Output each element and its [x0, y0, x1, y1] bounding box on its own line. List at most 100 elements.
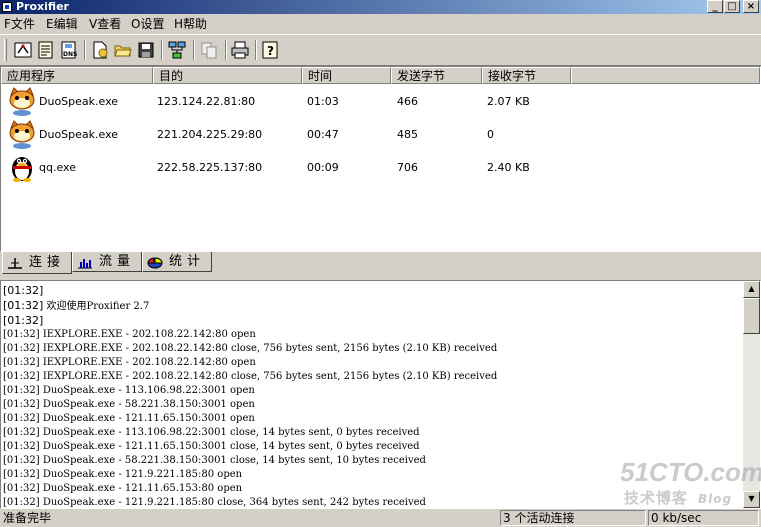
dns-button[interactable]: DNS: [58, 39, 80, 61]
cell-target: 221.204.225.29:80: [157, 128, 263, 141]
cell-sent: 706: [397, 161, 418, 174]
cell-target: 222.58.225.137:80: [157, 161, 263, 174]
list-header: 应用程序 目的 时间 发送字节 接收字节: [1, 67, 760, 84]
connections-view-button[interactable]: [166, 39, 188, 61]
menu-edit[interactable]: E编辑: [46, 17, 78, 31]
cell-application: DuoSpeak.exe: [39, 95, 119, 108]
log-scrollbar[interactable]: ▲ ▼: [743, 281, 760, 508]
table-row[interactable]: DuoSpeak.exe 123.124.22.81:80 01:03 466 …: [1, 85, 760, 118]
log-lines: [01:32] [01:32] 欢迎使用Proxifier 2.7 [01:32…: [3, 283, 741, 508]
copy-button[interactable]: [198, 39, 220, 61]
menu-file[interactable]: F文件: [4, 17, 35, 31]
cell-time: 00:09: [307, 161, 339, 174]
tab-traffic[interactable]: 流量: [72, 252, 142, 272]
proxification-rules-button[interactable]: [35, 39, 57, 61]
tab-connections[interactable]: 连接: [2, 252, 72, 274]
toolbar-separator: [161, 40, 163, 60]
toolbar: DNS ?: [0, 34, 761, 66]
svg-text:DNS: DNS: [63, 51, 77, 58]
dns-icon: DNS: [61, 41, 77, 59]
toolbar-separator: [84, 40, 86, 60]
log-panel[interactable]: [01:32] [01:32] 欢迎使用Proxifier 2.7 [01:32…: [0, 280, 761, 509]
help-button[interactable]: ?: [259, 39, 281, 61]
tab-statistics-label: 统计: [169, 253, 206, 269]
cell-sent: 466: [397, 95, 418, 108]
cell-target: 123.124.22.81:80: [157, 95, 256, 108]
status-ready: 准备完毕: [3, 511, 52, 525]
column-header-application[interactable]: 应用程序: [1, 67, 153, 84]
log-line: [01:32] IEXPLORE.EXE - 202.108.22.142:80…: [3, 357, 256, 368]
log-line: [01:32]: [3, 314, 44, 327]
traffic-chart-icon: [78, 258, 92, 268]
svg-text:?: ?: [267, 44, 274, 58]
new-profile-icon: [93, 41, 108, 59]
printer-icon: [231, 41, 249, 59]
log-line: [01:32] DuoSpeak.exe - 121.9.221.185:80 …: [3, 469, 243, 480]
proxy-servers-icon: [14, 42, 32, 58]
open-profile-button[interactable]: [112, 39, 134, 61]
cell-received: 0: [487, 128, 494, 141]
column-header-sent[interactable]: 发送字节: [391, 67, 482, 84]
menu-help[interactable]: H帮助: [174, 17, 207, 31]
duospeak-icon: [9, 120, 35, 149]
log-line: [01:32] DuoSpeak.exe - 121.11.65.150:300…: [3, 413, 255, 424]
log-line: [01:32] DuoSpeak.exe - 121.9.221.185:80 …: [3, 497, 426, 508]
proxifier-app-icon: [2, 2, 12, 12]
menu-view[interactable]: V查看: [89, 17, 121, 31]
column-header-filler: [571, 67, 760, 84]
column-header-target[interactable]: 目的: [153, 67, 302, 84]
log-line: [01:32] DuoSpeak.exe - 121.11.65.153:80 …: [3, 483, 243, 494]
rules-icon: [38, 41, 53, 59]
menu-bar: F文件 E编辑 V查看 O设置 H帮助: [0, 14, 761, 34]
print-button[interactable]: [229, 39, 251, 61]
log-line: [01:32] DuoSpeak.exe - 113.106.98.22:300…: [3, 427, 420, 438]
log-line: [01:32] 欢迎使用Proxifier 2.7: [3, 299, 150, 312]
scroll-thumb[interactable]: [743, 298, 760, 334]
window-title: Proxifier: [16, 0, 69, 13]
cell-received: 2.07 KB: [487, 95, 530, 108]
save-profile-button[interactable]: [135, 39, 157, 61]
tab-connections-label: 连接: [29, 254, 66, 270]
scroll-up-button[interactable]: ▲: [743, 281, 760, 298]
connections-list[interactable]: 应用程序 目的 时间 发送字节 接收字节 DuoSpeak.exe 123.12…: [0, 66, 761, 252]
pie-chart-icon: [147, 256, 163, 268]
status-rate: 0 kb/sec: [648, 510, 759, 526]
log-line: [01:32] DuoSpeak.exe - 58.221.38.150:300…: [3, 455, 426, 466]
cell-time: 01:03: [307, 95, 339, 108]
toolbar-separator: [255, 40, 257, 60]
toolbar-separator: [225, 40, 227, 60]
cell-received: 2.40 KB: [487, 161, 530, 174]
scroll-down-button[interactable]: ▼: [743, 491, 760, 508]
minimize-button[interactable]: _: [707, 0, 723, 13]
title-bar: Proxifier _ □ ×: [0, 0, 761, 14]
column-header-time[interactable]: 时间: [302, 67, 391, 84]
qq-penguin-icon: [12, 157, 32, 182]
cell-application: DuoSpeak.exe: [39, 128, 119, 141]
toolbar-separator: [193, 40, 195, 60]
copy-icon: [201, 42, 217, 59]
cell-application: qq.exe: [39, 161, 76, 174]
log-line: [01:32] IEXPLORE.EXE - 202.108.22.142:80…: [3, 371, 498, 382]
duospeak-icon: [9, 87, 35, 116]
open-folder-icon: [114, 45, 132, 57]
menu-options[interactable]: O设置: [131, 17, 164, 31]
status-bar: 准备完毕 3 个活动连接 0 kb/sec: [0, 509, 761, 527]
new-profile-button[interactable]: [89, 39, 111, 61]
table-row[interactable]: DuoSpeak.exe 221.204.225.29:80 00:47 485…: [1, 118, 760, 151]
proxy-servers-button[interactable]: [12, 39, 34, 61]
log-line: [01:32] IEXPLORE.EXE - 202.108.22.142:80…: [3, 329, 256, 340]
connections-tab-icon: [8, 257, 22, 269]
table-row[interactable]: qq.exe 222.58.225.137:80 00:09 706 2.40 …: [1, 151, 760, 184]
close-button[interactable]: ×: [743, 0, 759, 13]
log-line: [01:32] DuoSpeak.exe - 121.11.65.150:300…: [3, 441, 420, 452]
log-line: [01:32]: [3, 284, 44, 297]
log-line: [01:32] IEXPLORE.EXE - 202.108.22.142:80…: [3, 343, 498, 354]
help-icon: ?: [262, 41, 278, 59]
cell-time: 00:47: [307, 128, 339, 141]
maximize-button[interactable]: □: [724, 0, 740, 13]
log-line: [01:32] DuoSpeak.exe - 113.106.98.22:300…: [3, 385, 255, 396]
save-disk-icon: [138, 42, 154, 58]
column-header-received[interactable]: 接收字节: [482, 67, 571, 84]
log-line: [01:32] DuoSpeak.exe - 58.221.38.150:300…: [3, 399, 255, 410]
tab-statistics[interactable]: 统计: [142, 252, 212, 272]
